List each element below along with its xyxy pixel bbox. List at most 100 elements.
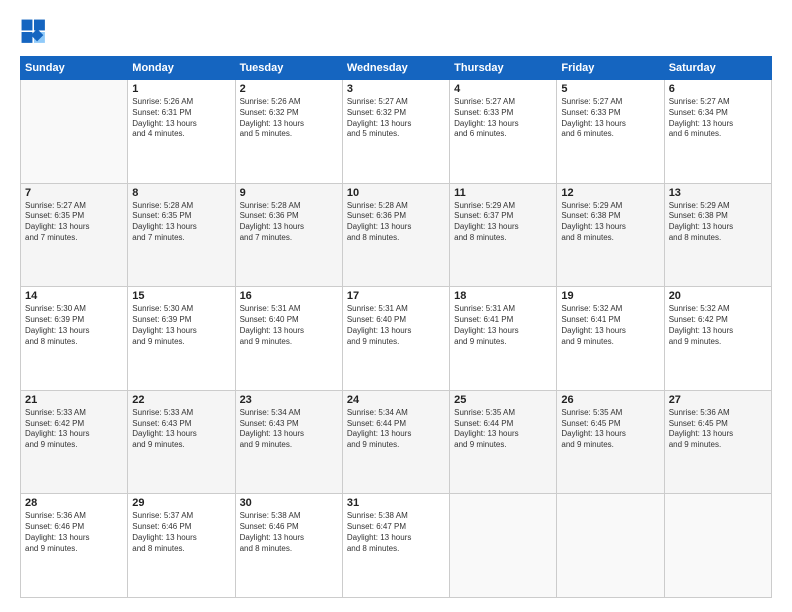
day-number: 26 bbox=[561, 394, 659, 406]
day-number: 24 bbox=[347, 394, 445, 406]
calendar-cell: 24 Sunrise: 5:34 AM Sunset: 6:44 PM Dayli… bbox=[342, 390, 449, 494]
day-info: Sunrise: 5:29 AM Sunset: 6:38 PM Dayligh… bbox=[669, 201, 767, 244]
calendar-cell: 19 Sunrise: 5:32 AM Sunset: 6:41 PM Dayli… bbox=[557, 287, 664, 391]
day-info: Sunrise: 5:26 AM Sunset: 6:31 PM Dayligh… bbox=[132, 97, 230, 140]
calendar-cell bbox=[450, 494, 557, 598]
col-header-friday: Friday bbox=[557, 57, 664, 80]
calendar-cell: 5 Sunrise: 5:27 AM Sunset: 6:33 PM Daylig… bbox=[557, 80, 664, 184]
col-header-saturday: Saturday bbox=[664, 57, 771, 80]
calendar-cell: 17 Sunrise: 5:31 AM Sunset: 6:40 PM Dayli… bbox=[342, 287, 449, 391]
calendar-table: SundayMondayTuesdayWednesdayThursdayFrid… bbox=[20, 56, 772, 598]
day-number: 29 bbox=[132, 497, 230, 509]
calendar-cell: 9 Sunrise: 5:28 AM Sunset: 6:36 PM Daylig… bbox=[235, 183, 342, 287]
page: SundayMondayTuesdayWednesdayThursdayFrid… bbox=[0, 0, 792, 612]
calendar-cell: 3 Sunrise: 5:27 AM Sunset: 6:32 PM Daylig… bbox=[342, 80, 449, 184]
calendar-cell: 31Sunrise: 5:38 AM Sunset: 6:47 PM Dayli… bbox=[342, 494, 449, 598]
calendar-cell: 27 Sunrise: 5:36 AM Sunset: 6:45 PM Dayli… bbox=[664, 390, 771, 494]
day-info: Sunrise: 5:31 AM Sunset: 6:40 PM Dayligh… bbox=[347, 304, 445, 347]
calendar-cell: 14 Sunrise: 5:30 AM Sunset: 6:39 PM Dayli… bbox=[21, 287, 128, 391]
day-info: Sunrise: 5:31 AM Sunset: 6:41 PM Dayligh… bbox=[454, 304, 552, 347]
day-info: Sunrise: 5:38 AM Sunset: 6:47 PM Dayligh… bbox=[347, 511, 445, 554]
calendar-cell bbox=[557, 494, 664, 598]
day-info: Sunrise: 5:33 AM Sunset: 6:43 PM Dayligh… bbox=[132, 408, 230, 451]
calendar-cell: 13 Sunrise: 5:29 AM Sunset: 6:38 PM Dayli… bbox=[664, 183, 771, 287]
col-header-monday: Monday bbox=[128, 57, 235, 80]
day-number: 14 bbox=[25, 290, 123, 302]
day-number: 2 bbox=[240, 83, 338, 95]
col-header-tuesday: Tuesday bbox=[235, 57, 342, 80]
calendar-header-row: SundayMondayTuesdayWednesdayThursdayFrid… bbox=[21, 57, 772, 80]
day-info: Sunrise: 5:28 AM Sunset: 6:36 PM Dayligh… bbox=[347, 201, 445, 244]
day-number: 18 bbox=[454, 290, 552, 302]
day-number: 15 bbox=[132, 290, 230, 302]
day-number: 10 bbox=[347, 187, 445, 199]
day-number: 13 bbox=[669, 187, 767, 199]
calendar-cell: 26 Sunrise: 5:35 AM Sunset: 6:45 PM Dayli… bbox=[557, 390, 664, 494]
calendar-cell: 2 Sunrise: 5:26 AM Sunset: 6:32 PM Daylig… bbox=[235, 80, 342, 184]
day-info: Sunrise: 5:29 AM Sunset: 6:38 PM Dayligh… bbox=[561, 201, 659, 244]
calendar-cell: 23 Sunrise: 5:34 AM Sunset: 6:43 PM Dayli… bbox=[235, 390, 342, 494]
day-number: 12 bbox=[561, 187, 659, 199]
day-info: Sunrise: 5:30 AM Sunset: 6:39 PM Dayligh… bbox=[25, 304, 123, 347]
col-header-wednesday: Wednesday bbox=[342, 57, 449, 80]
day-info: Sunrise: 5:34 AM Sunset: 6:44 PM Dayligh… bbox=[347, 408, 445, 451]
calendar-cell: 15 Sunrise: 5:30 AM Sunset: 6:39 PM Dayli… bbox=[128, 287, 235, 391]
day-info: Sunrise: 5:31 AM Sunset: 6:40 PM Dayligh… bbox=[240, 304, 338, 347]
calendar-cell: 30 Sunrise: 5:38 AM Sunset: 6:46 PM Dayli… bbox=[235, 494, 342, 598]
col-header-thursday: Thursday bbox=[450, 57, 557, 80]
day-info: Sunrise: 5:32 AM Sunset: 6:41 PM Dayligh… bbox=[561, 304, 659, 347]
day-number: 20 bbox=[669, 290, 767, 302]
day-number: 23 bbox=[240, 394, 338, 406]
day-info: Sunrise: 5:35 AM Sunset: 6:44 PM Dayligh… bbox=[454, 408, 552, 451]
logo-icon bbox=[20, 18, 48, 46]
day-info: Sunrise: 5:34 AM Sunset: 6:43 PM Dayligh… bbox=[240, 408, 338, 451]
calendar-cell: 12 Sunrise: 5:29 AM Sunset: 6:38 PM Dayli… bbox=[557, 183, 664, 287]
day-number: 5 bbox=[561, 83, 659, 95]
day-info: Sunrise: 5:27 AM Sunset: 6:34 PM Dayligh… bbox=[669, 97, 767, 140]
day-info: Sunrise: 5:36 AM Sunset: 6:45 PM Dayligh… bbox=[669, 408, 767, 451]
calendar-cell: 10 Sunrise: 5:28 AM Sunset: 6:36 PM Dayli… bbox=[342, 183, 449, 287]
header bbox=[20, 18, 772, 46]
day-info: Sunrise: 5:28 AM Sunset: 6:36 PM Dayligh… bbox=[240, 201, 338, 244]
day-number: 21 bbox=[25, 394, 123, 406]
day-number: 27 bbox=[669, 394, 767, 406]
calendar-week-1: 1 Sunrise: 5:26 AM Sunset: 6:31 PM Daylig… bbox=[21, 80, 772, 184]
calendar-cell bbox=[21, 80, 128, 184]
day-info: Sunrise: 5:26 AM Sunset: 6:32 PM Dayligh… bbox=[240, 97, 338, 140]
calendar-cell: 29 Sunrise: 5:37 AM Sunset: 6:46 PM Dayli… bbox=[128, 494, 235, 598]
calendar-cell: 4Sunrise: 5:27 AM Sunset: 6:33 PM Daylig… bbox=[450, 80, 557, 184]
day-number: 30 bbox=[240, 497, 338, 509]
day-info: Sunrise: 5:35 AM Sunset: 6:45 PM Dayligh… bbox=[561, 408, 659, 451]
day-info: Sunrise: 5:38 AM Sunset: 6:46 PM Dayligh… bbox=[240, 511, 338, 554]
day-number: 7 bbox=[25, 187, 123, 199]
day-number: 22 bbox=[132, 394, 230, 406]
day-number: 8 bbox=[132, 187, 230, 199]
day-number: 25 bbox=[454, 394, 552, 406]
day-info: Sunrise: 5:27 AM Sunset: 6:33 PM Dayligh… bbox=[561, 97, 659, 140]
day-number: 28 bbox=[25, 497, 123, 509]
calendar-cell: 22 Sunrise: 5:33 AM Sunset: 6:43 PM Dayli… bbox=[128, 390, 235, 494]
calendar-week-3: 14 Sunrise: 5:30 AM Sunset: 6:39 PM Dayli… bbox=[21, 287, 772, 391]
day-number: 6 bbox=[669, 83, 767, 95]
day-info: Sunrise: 5:27 AM Sunset: 6:32 PM Dayligh… bbox=[347, 97, 445, 140]
day-number: 1 bbox=[132, 83, 230, 95]
day-number: 9 bbox=[240, 187, 338, 199]
day-number: 19 bbox=[561, 290, 659, 302]
day-info: Sunrise: 5:27 AM Sunset: 6:35 PM Dayligh… bbox=[25, 201, 123, 244]
day-info: Sunrise: 5:37 AM Sunset: 6:46 PM Dayligh… bbox=[132, 511, 230, 554]
day-info: Sunrise: 5:28 AM Sunset: 6:35 PM Dayligh… bbox=[132, 201, 230, 244]
day-number: 4 bbox=[454, 83, 552, 95]
day-info: Sunrise: 5:30 AM Sunset: 6:39 PM Dayligh… bbox=[132, 304, 230, 347]
calendar-week-4: 21Sunrise: 5:33 AM Sunset: 6:42 PM Dayli… bbox=[21, 390, 772, 494]
calendar-cell: 11Sunrise: 5:29 AM Sunset: 6:37 PM Dayli… bbox=[450, 183, 557, 287]
day-number: 3 bbox=[347, 83, 445, 95]
calendar-cell: 18 Sunrise: 5:31 AM Sunset: 6:41 PM Dayli… bbox=[450, 287, 557, 391]
calendar-cell: 16Sunrise: 5:31 AM Sunset: 6:40 PM Dayli… bbox=[235, 287, 342, 391]
col-header-sunday: Sunday bbox=[21, 57, 128, 80]
calendar-cell: 25 Sunrise: 5:35 AM Sunset: 6:44 PM Dayli… bbox=[450, 390, 557, 494]
day-info: Sunrise: 5:29 AM Sunset: 6:37 PM Dayligh… bbox=[454, 201, 552, 244]
calendar-cell: 21Sunrise: 5:33 AM Sunset: 6:42 PM Dayli… bbox=[21, 390, 128, 494]
calendar-cell: 8 Sunrise: 5:28 AM Sunset: 6:35 PM Daylig… bbox=[128, 183, 235, 287]
day-number: 17 bbox=[347, 290, 445, 302]
day-info: Sunrise: 5:36 AM Sunset: 6:46 PM Dayligh… bbox=[25, 511, 123, 554]
